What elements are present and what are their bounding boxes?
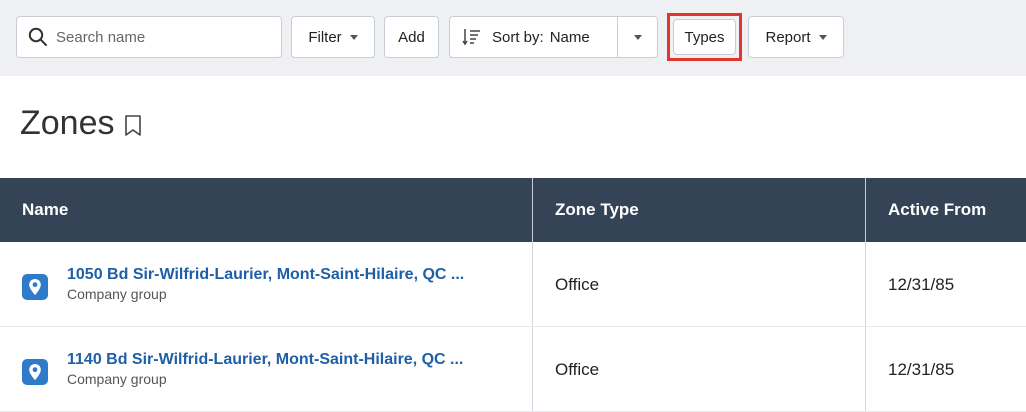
report-button-label: Report <box>765 28 811 46</box>
zones-table: Name Zone Type Active From 1050 Bd Sir-W… <box>0 178 1026 412</box>
caret-down-icon <box>818 34 827 40</box>
column-header-zone-type[interactable]: Zone Type <box>533 178 865 242</box>
table-row[interactable]: 1140 Bd Sir-Wilfrid-Laurier, Mont-Saint-… <box>0 327 1026 412</box>
caret-down-icon <box>349 34 358 40</box>
zone-group-label: Company group <box>67 371 167 387</box>
location-pin-icon <box>22 359 48 385</box>
name-block: 1140 Bd Sir-Wilfrid-Laurier, Mont-Saint-… <box>67 351 463 387</box>
zone-name-link[interactable]: 1050 Bd Sir-Wilfrid-Laurier, Mont-Saint-… <box>67 266 464 284</box>
bookmark-icon[interactable] <box>123 114 143 138</box>
page-title-wrap: Zones <box>20 104 143 143</box>
name-cell: 1050 Bd Sir-Wilfrid-Laurier, Mont-Saint-… <box>0 242 532 326</box>
types-button[interactable]: Types <box>673 19 736 55</box>
sort-icon <box>462 29 480 46</box>
sort-value-label: Name <box>549 28 590 46</box>
add-button[interactable]: Add <box>384 16 439 58</box>
sort-prefix-label: Sort by: <box>492 28 544 46</box>
zone-name-link[interactable]: 1140 Bd Sir-Wilfrid-Laurier, Mont-Saint-… <box>67 351 463 369</box>
search-icon <box>28 27 47 46</box>
sort-button[interactable]: Sort by: Name <box>449 16 618 58</box>
name-block: 1050 Bd Sir-Wilfrid-Laurier, Mont-Saint-… <box>67 266 464 302</box>
page-title: Zones <box>20 104 115 142</box>
toolbar: Filter Add Sort by: Name Types Report <box>0 0 1026 76</box>
sort-dropdown-button[interactable] <box>617 16 658 58</box>
search-box[interactable] <box>16 16 282 58</box>
types-highlight: Types <box>667 13 742 61</box>
name-cell: 1140 Bd Sir-Wilfrid-Laurier, Mont-Saint-… <box>0 327 532 411</box>
filter-button-label: Filter <box>308 28 342 46</box>
active-from-cell: 12/31/85 <box>888 275 955 294</box>
search-input[interactable] <box>56 28 256 46</box>
caret-down-icon <box>633 34 642 40</box>
zone-type-cell: Office <box>555 275 600 294</box>
active-from-cell: 12/31/85 <box>888 360 955 379</box>
zone-group-label: Company group <box>67 286 167 302</box>
column-header-name[interactable]: Name <box>0 178 532 242</box>
filter-button[interactable]: Filter <box>291 16 375 58</box>
location-pin-icon <box>22 274 48 300</box>
types-button-label: Types <box>684 28 725 46</box>
table-header: Name Zone Type Active From <box>0 178 1026 242</box>
column-header-active-from[interactable]: Active From <box>866 178 1026 242</box>
zone-type-cell: Office <box>555 360 600 379</box>
add-button-label: Add <box>398 28 425 46</box>
table-row[interactable]: 1050 Bd Sir-Wilfrid-Laurier, Mont-Saint-… <box>0 242 1026 327</box>
report-button[interactable]: Report <box>748 16 844 58</box>
